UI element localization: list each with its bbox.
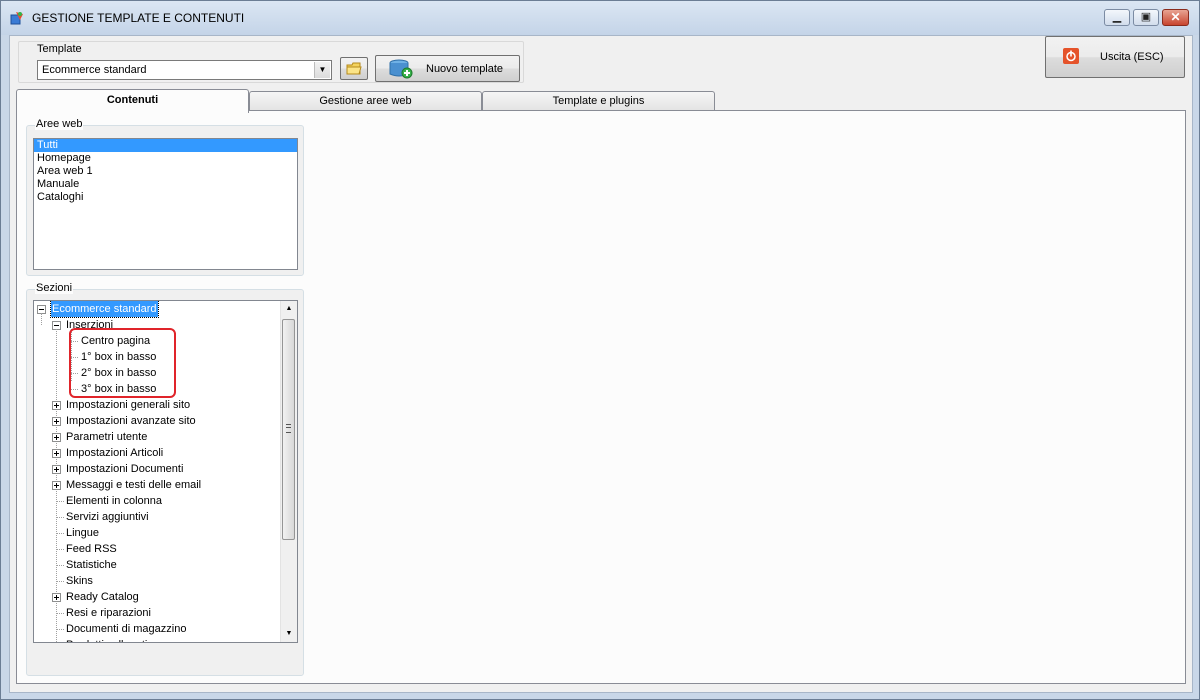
tree-line xyxy=(56,533,64,534)
list-item-area-web-1[interactable]: Area web 1 xyxy=(34,165,297,178)
grip-icon xyxy=(286,424,291,433)
tree-node-label[interactable]: Documenti di magazzino xyxy=(66,621,186,637)
expand-icon[interactable] xyxy=(52,593,61,602)
expand-icon[interactable] xyxy=(52,449,61,458)
highlight-annotation xyxy=(69,328,176,398)
add-database-icon xyxy=(389,59,413,79)
expand-icon[interactable] xyxy=(52,465,61,474)
tab-template-plugins[interactable]: Template e plugins xyxy=(482,91,715,111)
close-icon: ✕ xyxy=(1170,10,1181,24)
tab-gestione-aree-web[interactable]: Gestione aree web xyxy=(249,91,482,111)
sezioni-tree[interactable]: Ecommerce standard Inserzioni Centro pag… xyxy=(33,300,298,643)
tree-node-label[interactable]: Statistiche xyxy=(66,557,117,573)
template-select[interactable]: Ecommerce standard ▼ xyxy=(37,60,332,80)
list-item-homepage[interactable]: Homepage xyxy=(34,152,297,165)
power-icon xyxy=(1063,48,1079,64)
app-window: GESTIONE TEMPLATE E CONTENUTI ▁ ▣ ✕ Temp… xyxy=(0,0,1200,700)
tree-node[interactable]: Statistiche xyxy=(52,557,277,573)
open-folder-button[interactable] xyxy=(340,57,368,80)
dropdown-arrow-icon[interactable]: ▼ xyxy=(314,62,330,78)
new-template-label: Nuovo template xyxy=(426,63,504,75)
scroll-up-icon[interactable]: ▲ xyxy=(281,301,297,317)
maximize-icon: ▣ xyxy=(1140,11,1152,23)
list-item-manuale[interactable]: Manuale xyxy=(34,178,297,191)
tree-node-label[interactable]: Prodotti collegati xyxy=(66,637,147,642)
client-area: Template Ecommerce standard ▼ Nuovo temp… xyxy=(9,35,1193,693)
window-title: GESTIONE TEMPLATE E CONTENUTI xyxy=(32,11,245,25)
expand-icon[interactable] xyxy=(52,417,61,426)
tree-node[interactable]: Impostazioni generali sito xyxy=(52,397,277,413)
tree-node-label[interactable]: Impostazioni avanzate sito xyxy=(66,413,196,429)
tree-line xyxy=(56,613,64,614)
tree-node[interactable]: Elementi in colonna xyxy=(52,493,277,509)
tree-node-root[interactable]: Ecommerce standard xyxy=(37,301,277,318)
tree-node-label[interactable]: Impostazioni Articoli xyxy=(66,445,163,461)
template-label: Template xyxy=(36,43,83,55)
tree-content: Ecommerce standard Inserzioni Centro pag… xyxy=(34,301,282,642)
new-template-button[interactable]: Nuovo template xyxy=(375,55,520,82)
tree-node[interactable]: Resi e riparazioni xyxy=(52,605,277,621)
tree-node[interactable]: Lingue xyxy=(52,525,277,541)
tree-line xyxy=(56,517,64,518)
tree-node[interactable]: Skins xyxy=(52,573,277,589)
expand-icon[interactable] xyxy=(52,433,61,442)
sezioni-group: Sezioni Ecommerce standard Inserzioni Ce… xyxy=(26,282,304,676)
tree-scrollbar[interactable]: ▲ ▼ xyxy=(280,301,297,642)
tree-line xyxy=(56,581,64,582)
aree-web-group: Aree web Tutti Homepage Area web 1 Manua… xyxy=(26,118,304,276)
tree-node[interactable]: Impostazioni Articoli xyxy=(52,445,277,461)
tab-panel-contenuti: Aree web Tutti Homepage Area web 1 Manua… xyxy=(16,110,1186,684)
expand-icon[interactable] xyxy=(52,481,61,490)
list-item-cataloghi[interactable]: Cataloghi xyxy=(34,191,297,204)
folder-icon xyxy=(346,62,362,75)
tab-contenuti[interactable]: Contenuti xyxy=(16,89,249,113)
minimize-icon: ▁ xyxy=(1112,11,1122,23)
close-button[interactable]: ✕ xyxy=(1162,9,1189,26)
tree-node[interactable]: Impostazioni Documenti xyxy=(52,461,277,477)
scroll-thumb[interactable] xyxy=(282,319,295,540)
scroll-down-icon[interactable]: ▼ xyxy=(281,626,297,642)
tree-line xyxy=(41,313,42,325)
tree-node-label[interactable]: Ready Catalog xyxy=(66,589,139,605)
tree-node[interactable]: Parametri utente xyxy=(52,429,277,445)
tree-node[interactable]: Ready Catalog xyxy=(52,589,277,605)
template-select-value: Ecommerce standard xyxy=(42,64,147,76)
title-bar[interactable]: GESTIONE TEMPLATE E CONTENUTI ▁ ▣ ✕ xyxy=(1,1,1199,35)
tree-node[interactable]: Servizi aggiuntivi xyxy=(52,509,277,525)
tree-node-label[interactable]: Parametri utente xyxy=(66,429,147,445)
tree-node-label[interactable]: Feed RSS xyxy=(66,541,117,557)
tree-line xyxy=(56,501,64,502)
tree-node-label[interactable]: Impostazioni generali sito xyxy=(66,397,190,413)
tree-node[interactable]: Impostazioni avanzate sito xyxy=(52,413,277,429)
tree-node[interactable]: Feed RSS xyxy=(52,541,277,557)
tree-node-label[interactable]: Messaggi e testi delle email xyxy=(66,477,201,493)
template-app-icon xyxy=(10,12,23,25)
exit-button[interactable]: Uscita (ESC) xyxy=(1045,36,1185,78)
tree-node-label[interactable]: Lingue xyxy=(66,525,99,541)
tree-node[interactable]: Prodotti collegati xyxy=(52,637,277,642)
tree-line xyxy=(56,549,64,550)
maximize-button[interactable]: ▣ xyxy=(1133,9,1159,26)
expand-icon[interactable] xyxy=(52,401,61,410)
minimize-button[interactable]: ▁ xyxy=(1104,9,1130,26)
aree-web-caption: Aree web xyxy=(35,118,84,130)
template-group: Template Ecommerce standard ▼ Nuovo temp… xyxy=(18,41,524,83)
tree-root-label[interactable]: Ecommerce standard xyxy=(50,301,159,318)
aree-web-list[interactable]: Tutti Homepage Area web 1 Manuale Catalo… xyxy=(33,138,298,270)
tree-line xyxy=(56,565,64,566)
exit-label: Uscita (ESC) xyxy=(1100,51,1164,63)
tree-node-label[interactable]: Resi e riparazioni xyxy=(66,605,151,621)
tree-line xyxy=(56,629,64,630)
tree-node-label[interactable]: Servizi aggiuntivi xyxy=(66,509,149,525)
tab-strip: Contenuti Gestione aree web Template e p… xyxy=(16,89,716,113)
tree-node-label[interactable]: Impostazioni Documenti xyxy=(66,461,183,477)
tree-node-label[interactable]: Skins xyxy=(66,573,93,589)
list-item-tutti[interactable]: Tutti xyxy=(34,139,297,152)
tree-node[interactable]: Messaggi e testi delle email xyxy=(52,477,277,493)
sezioni-caption: Sezioni xyxy=(35,282,74,294)
tree-node[interactable]: Documenti di magazzino xyxy=(52,621,277,637)
tree-node-label[interactable]: Elementi in colonna xyxy=(66,493,162,509)
